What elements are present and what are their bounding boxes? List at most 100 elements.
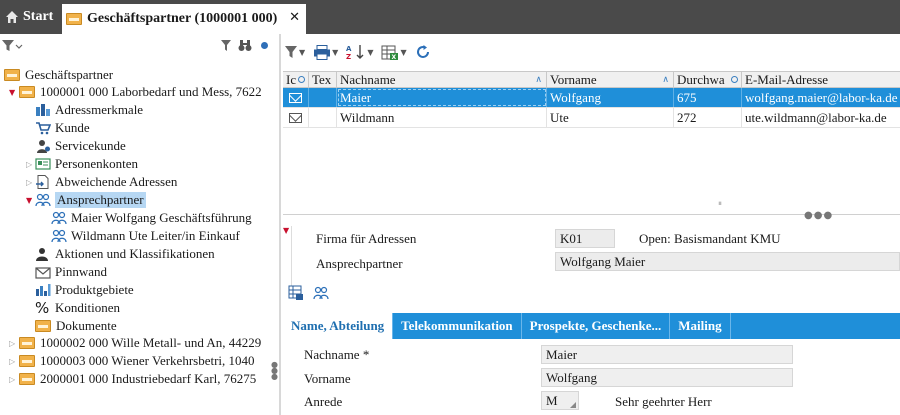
column-header-label: Ic [286,72,297,87]
collapse-triangle-icon[interactable]: ▼ [283,226,289,235]
tree-item-produktgebiete[interactable]: Produktgebiete [35,281,134,299]
tab-start[interactable]: Start [0,0,60,34]
column-header-label: Tex [312,72,332,87]
tree-item-label: Abweichende Adressen [55,174,178,189]
anrede-value: M [546,392,558,408]
export-excel-icon: X [381,45,399,60]
refresh-button[interactable] [415,44,431,60]
tab-geschaeftspartner[interactable]: Geschäftspartner (1000001 000) ✕ [62,4,306,34]
tree-partner-2000001[interactable]: 2000001 000 Industriebedarf Karl, 76275 [19,370,256,388]
tree-item-kunde[interactable]: Kunde [35,119,90,137]
tree-item-konditionen[interactable]: % Konditionen [35,299,120,317]
filter-dropdown-button[interactable]: ▼ [284,45,305,59]
column-header-durchwahl[interactable]: Durchwa [674,72,742,87]
tree-item-label: Personenkonten [55,156,139,171]
table-row[interactable]: Maier Wolfgang 675 wolfgang.maier@labor-… [283,88,900,108]
tree-item-aktionen[interactable]: Aktionen und Klassifikationen [35,245,215,263]
column-header-label: Durchwa [677,72,725,87]
tree-item-pinnwand[interactable]: Pinnwand [35,263,107,281]
anrede-select[interactable]: M [541,391,579,410]
tab-prospekte-geschenke[interactable]: Prospekte, Geschenke... [522,313,671,339]
firma-description: Open: Basismandant KMU [639,231,781,246]
column-header-email[interactable]: E-Mail-Adresse [742,72,900,87]
column-header-icon[interactable]: Ic [283,72,309,87]
column-header-text[interactable]: Tex [309,72,337,87]
contacts-grid: Ic Tex Nachname ∧ Vorname ∧ Durchwa E-Ma… [283,71,900,128]
tree-item-dokumente[interactable]: Dokumente [35,317,117,335]
horizontal-scroll-marker[interactable]: ⏸ [718,199,722,209]
column-header-vorname[interactable]: Vorname ∧ [547,72,674,87]
expand-triangle-icon[interactable]: ▷ [26,160,32,169]
root-folder-icon [4,69,20,81]
firma-label: Firma für Adressen [316,231,417,246]
tab-telekommunikation[interactable]: Telekommunikation [393,313,522,339]
tree-partner-1000001[interactable]: 1000001 000 Laborbedarf und Mess, 7622 [19,83,262,101]
firma-code-field[interactable]: K01 [555,229,615,248]
tree-item-servicekunde[interactable]: Servicekunde [35,137,126,155]
panel-splitter[interactable] [279,34,281,415]
tree-root[interactable]: Geschäftspartner [4,66,113,84]
nachname-field[interactable]: Maier [541,345,793,364]
column-header-label: Nachname [340,72,396,87]
tree-partner-1000002[interactable]: 1000002 000 Wille Metall- und An, 44229 [19,334,261,352]
cell-durchwahl[interactable]: 675 [674,88,742,107]
contacts-group-icon[interactable] [313,285,329,301]
vorname-field[interactable]: Wolfgang [541,368,793,387]
tab-mailing[interactable]: Mailing [670,313,731,339]
expand-triangle-icon[interactable]: ▼ [9,88,15,97]
dropdown-corner-icon [570,402,576,408]
tab-bar: Start Geschäftspartner (1000001 000) ✕ [0,0,900,34]
partner-folder-icon [19,337,35,349]
nachname-label: Nachname * [304,347,370,362]
expand-triangle-icon[interactable]: ▷ [26,178,32,187]
tree-item-contact-maier[interactable]: Maier Wolfgang Geschäftsführung [51,209,252,227]
tree-item-ansprechpartner[interactable]: Ansprechpartner [35,191,146,209]
tree-item-abweichende-adressen[interactable]: Abweichende Adressen [35,173,177,191]
partner-folder-icon [66,13,82,25]
export-dropdown-button[interactable]: X ▼ [381,45,407,60]
tree-item-adressmerkmale[interactable]: Adressmerkmale [35,101,143,119]
grid-toolbar: ▼ ▼ A Z ▼ X ▼ [284,40,431,64]
tree-item-contact-wildmann[interactable]: Wildmann Ute Leiter/in Einkauf [51,227,240,245]
expand-triangle-icon[interactable]: ▷ [9,339,15,348]
panel-resize-grip[interactable]: ● ● ● [271,361,278,381]
envelope-icon [289,112,302,123]
close-tab-icon[interactable]: ✕ [289,10,300,25]
filter-icon[interactable] [220,39,232,52]
tree-partner-1000003[interactable]: 1000003 000 Wiener Verkehrsbetri, 1040 [19,352,255,370]
refresh-icon [416,45,429,58]
column-header-nachname[interactable]: Nachname ∧ [337,72,547,87]
cell-email[interactable]: wolfgang.maier@labor-ka.de [742,88,900,107]
filter-dropdown-icon[interactable] [1,39,23,53]
shopping-cart-icon [36,122,51,135]
tree-item-label: Produktgebiete [55,282,134,297]
expand-triangle-icon[interactable]: ▼ [26,196,32,205]
table-row[interactable]: Wildmann Ute 272 ute.wildmann@labor-ka.d… [283,108,900,128]
tab-name-abteilung[interactable]: Name, Abteilung [283,313,394,339]
cell-durchwahl[interactable]: 272 [674,108,742,127]
expand-triangle-icon[interactable]: ▷ [9,357,15,366]
contacts-group-icon [51,229,67,243]
service-person-icon [37,140,50,153]
grid-view-icon[interactable] [288,285,304,301]
cell-vorname[interactable]: Wolfgang [547,88,674,107]
ansprechpartner-field[interactable]: Wolfgang Maier [555,252,900,271]
address-features-icon [36,104,50,116]
anrede-description: Sehr geehrter Herr [615,394,712,409]
cell-nachname[interactable]: Maier [337,88,547,107]
bar-chart-icon [36,284,51,296]
binoculars-icon[interactable] [238,39,252,52]
print-dropdown-button[interactable]: ▼ [313,44,338,60]
home-icon [6,11,18,23]
tree-item-label: Maier Wolfgang Geschäftsführung [71,210,252,225]
expand-triangle-icon[interactable]: ▷ [9,375,15,384]
sort-dropdown-button[interactable]: A Z ▼ [346,44,373,60]
cell-nachname[interactable]: Wildmann [337,108,547,127]
column-header-label: E-Mail-Adresse [745,72,829,87]
partner-folder-icon [19,86,35,98]
divider-grip-icon[interactable]: ●●● [804,210,833,221]
cell-vorname[interactable]: Ute [547,108,674,127]
sort-ascending-icon: ∧ [535,74,542,85]
cell-email[interactable]: ute.wildmann@labor-ka.de [742,108,900,127]
tree-item-personenkonten[interactable]: Personenkonten [35,155,138,173]
